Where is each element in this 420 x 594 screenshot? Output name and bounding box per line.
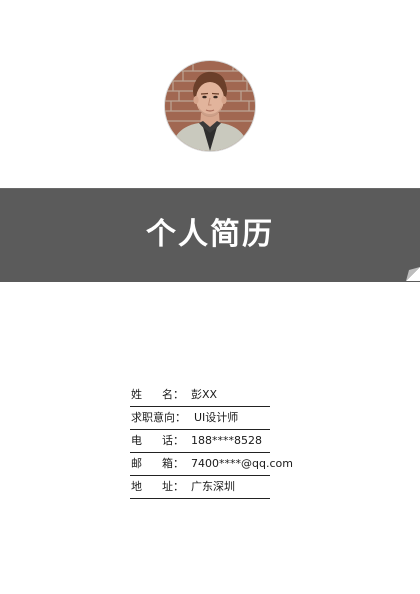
info-colon: ： — [173, 388, 184, 401]
banner-background: 个人简历 — [0, 188, 420, 282]
info-value-objective: UI设计师 — [194, 411, 239, 424]
info-row-phone: 电 话 ： 188****8528 — [130, 430, 270, 453]
info-colon: ： — [173, 457, 184, 470]
info-label: 求职意向 — [131, 411, 175, 424]
info-value-name: 彭XX — [191, 388, 218, 401]
personal-info: 姓 名 ： 彭XX 求职意向 ： UI设计师 电 话 ： 188****8528… — [130, 384, 293, 499]
info-row-email: 邮 箱 ： 7400****@qq.com — [130, 453, 293, 476]
title-banner: 个人简历 — [0, 188, 420, 282]
info-colon: ： — [173, 480, 184, 493]
info-label: 电 话 — [131, 434, 173, 447]
info-value-address: 广东深圳 — [191, 480, 235, 493]
info-row-name: 姓 名 ： 彭XX — [130, 384, 270, 407]
info-label: 姓 名 — [131, 388, 173, 401]
info-value-email: 7400****@qq.com — [191, 457, 293, 470]
info-colon: ： — [175, 411, 186, 424]
page-fold-icon — [406, 267, 420, 281]
resume-title: 个人简历 — [146, 217, 274, 252]
info-row-address: 地 址 ： 广东深圳 — [130, 476, 270, 499]
info-row-objective: 求职意向 ： UI设计师 — [130, 407, 270, 430]
info-colon: ： — [173, 434, 184, 447]
info-label: 地 址 — [131, 480, 173, 493]
info-label: 邮 箱 — [131, 457, 173, 470]
person-portrait-icon — [165, 61, 255, 151]
profile-photo — [165, 61, 255, 151]
info-value-phone: 188****8528 — [191, 434, 262, 447]
